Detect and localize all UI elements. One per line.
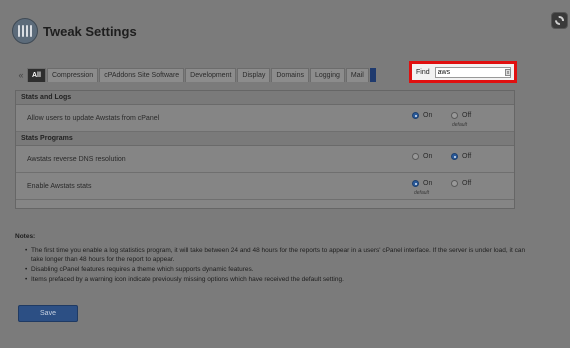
tab-development[interactable]: Development — [185, 68, 237, 82]
settings-cog-icon[interactable] — [551, 12, 568, 29]
notes: Notes: The first time you enable a log s… — [15, 233, 535, 285]
section-stats-and-logs: Stats and Logs — [16, 91, 514, 105]
radio-on[interactable]: On — [412, 153, 432, 160]
radio-checked-icon[interactable] — [451, 153, 458, 160]
radio-checked-icon[interactable] — [412, 180, 419, 187]
default-marker: default — [414, 190, 430, 196]
radio-on[interactable]: On — [412, 112, 432, 119]
category-tabs: « All Compression cPAddons Site Software… — [15, 68, 377, 82]
radio-unchecked-icon[interactable] — [451, 180, 458, 187]
note-item: The first time you enable a log statisti… — [25, 246, 535, 264]
radio-unchecked-icon[interactable] — [412, 153, 419, 160]
section-stats-programs: Stats Programs — [16, 132, 514, 146]
tab-scroll-left-icon[interactable]: « — [15, 68, 27, 82]
radio-off[interactable]: Off — [451, 112, 471, 119]
tab-mail[interactable]: Mail — [345, 68, 369, 82]
find-label: Find — [416, 68, 430, 76]
note-item: Items prefaced by a warning icon indicat… — [25, 275, 535, 284]
tab-display[interactable]: Display — [237, 68, 271, 82]
setting-row: Enable Awstats stats On Off default — [16, 173, 514, 200]
tab-compression[interactable]: Compression — [46, 68, 99, 82]
clear-search-icon[interactable]: x — [505, 69, 511, 76]
find-box: Find x — [409, 61, 517, 83]
notes-list: The first time you enable a log statisti… — [15, 246, 535, 284]
tab-logging[interactable]: Logging — [310, 68, 345, 82]
tab-all[interactable]: All — [27, 68, 46, 82]
setting-row: Awstats reverse DNS resolution On Off — [16, 146, 514, 173]
radio-off[interactable]: Off — [451, 180, 471, 187]
tab-cpaddons[interactable]: cPAddons Site Software — [99, 68, 185, 82]
settings-panel: Stats and Logs Allow users to update Aws… — [15, 90, 515, 209]
setting-label: Enable Awstats stats — [27, 183, 92, 190]
note-item: Disabling cPanel features requires a the… — [25, 265, 535, 274]
tab-domains[interactable]: Domains — [271, 68, 309, 82]
radio-checked-icon[interactable] — [412, 112, 419, 119]
setting-row: Allow users to update Awstats from cPane… — [16, 105, 514, 132]
tweak-settings-logo-icon — [12, 18, 38, 44]
page-header: Tweak Settings — [12, 17, 137, 45]
default-marker: default — [452, 122, 468, 128]
radio-on[interactable]: On — [412, 180, 432, 187]
radio-unchecked-icon[interactable] — [451, 112, 458, 119]
page-title: Tweak Settings — [43, 23, 137, 39]
radio-off[interactable]: Off — [451, 153, 471, 160]
tab-overflow[interactable] — [369, 68, 376, 82]
setting-label: Allow users to update Awstats from cPane… — [27, 115, 160, 122]
setting-label: Awstats reverse DNS resolution — [27, 156, 126, 163]
find-input[interactable] — [434, 66, 511, 78]
save-button[interactable]: Save — [18, 305, 78, 322]
notes-title: Notes: — [15, 233, 36, 240]
